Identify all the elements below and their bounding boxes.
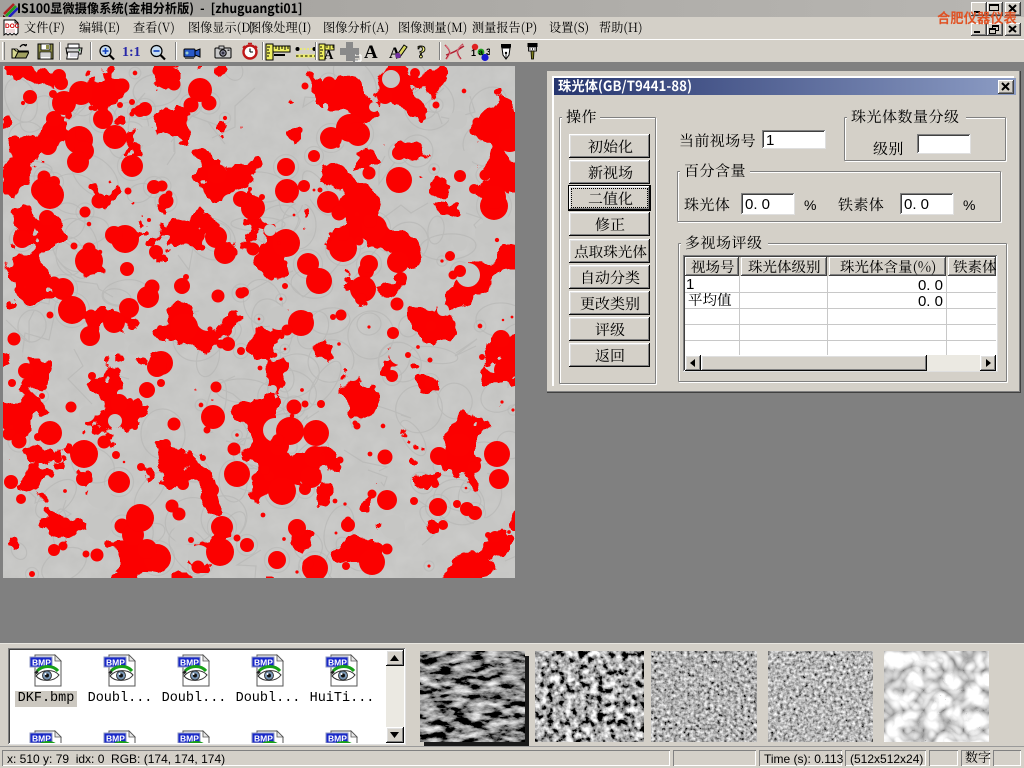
svg-text:A: A [324, 47, 334, 61]
svg-text:3: 3 [486, 47, 490, 57]
svg-text:1: 1 [471, 48, 476, 58]
svg-text:?: ? [417, 42, 426, 61]
svg-text:DOC: DOC [5, 23, 20, 30]
svg-text:a: a [479, 48, 484, 57]
